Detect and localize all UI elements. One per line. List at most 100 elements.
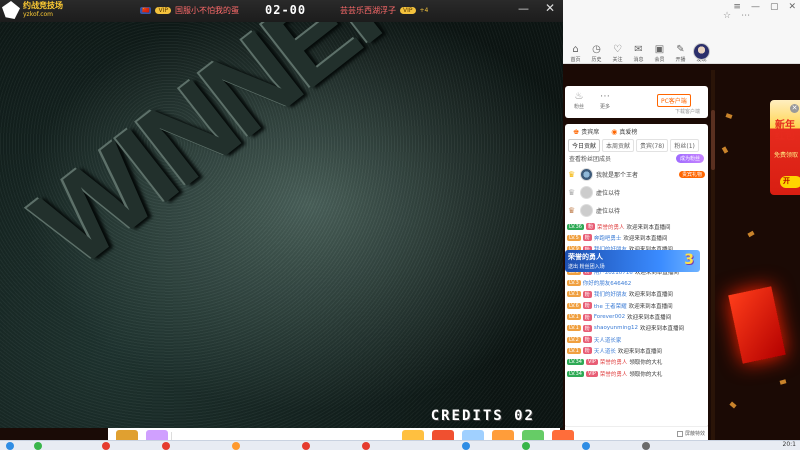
chat-username[interactable]: 荣誉的勇人 [600,358,628,366]
level-badge: LV.1 [567,314,581,321]
level-badge: LV.34 [567,359,584,366]
red-envelope-close-icon[interactable]: ✕ [790,104,799,113]
download-client-link[interactable]: 下载客户端 [675,108,700,115]
close-icon[interactable]: ✕ [545,1,555,15]
taskbar-app[interactable] [360,442,400,450]
promo-number: 3 [684,252,694,268]
nav-label: 消息 [633,57,644,63]
site-nav: ⌂首页 ◷历史 ♡关注 ✉消息 ▣会员 ✎开播 ⚲发现 [567,44,710,63]
chat-message[interactable]: LV.34 VIP 荣誉的勇人 领取你的大礼 [565,368,708,379]
app-icon [6,442,14,450]
rank-row[interactable]: ♛ 虚位以待 [565,201,708,219]
rank-name: 虚位以待 [596,207,621,215]
nav-history[interactable]: ◷ 历史 [588,44,605,63]
os-taskbar: 20:1 [0,440,800,450]
love-rank-pill[interactable]: ◉ 真爱榜 [607,126,641,137]
rank-row[interactable]: ♛ 虚位以待 [565,183,708,201]
scrollbar-thumb[interactable] [711,110,715,170]
avatar [580,167,593,181]
site-logo: 约战竞技场 yzkof.com [2,1,63,19]
chat-username[interactable]: 荣誉的勇人 [600,370,628,378]
red-envelope-open-button[interactable]: 开 [780,176,800,188]
chat-message[interactable]: LV.36 粉荣誉的勇人 欢迎来到本直播间 [565,221,708,232]
history-icon: ◷ [592,44,601,55]
taskbar-app[interactable] [100,442,140,450]
tab-today[interactable]: 今日贡献 [568,139,601,152]
tab-fans[interactable]: 粉丝(1) [670,139,699,152]
minimize-icon[interactable]: — [751,2,760,12]
taskbar-app[interactable] [230,442,270,450]
game-screen[interactable]: WINNER CREDITS 02 [0,22,563,428]
host-info-card: ♨ 粉丝 ⋯ 更多 PC客户端 下载客户端 [565,86,708,118]
chat-username[interactable]: 奔跑吧勇士 [594,234,622,242]
nav-messages[interactable]: ✉ 消息 [630,44,647,63]
chat-message[interactable]: LV.1 粉我们的好朋友 欢迎来到本直播间 [565,289,708,300]
promo-text: 送出 粉丝团入场 [568,264,605,270]
tab-vip[interactable]: 贵宾(78) [636,139,669,152]
chat-message[interactable]: LV.2 粉天人道长家 [565,334,708,345]
level-badge: LV.36 [567,223,584,230]
become-fan-button[interactable]: 成为粉丝 [675,154,704,163]
taskbar-app[interactable] [460,442,500,450]
chat-message-list[interactable]: LV.36粉荣誉的勇人欢迎来到本直播间LV.5粉奔跑吧勇士欢迎来到本直播间 LV.… [565,221,708,379]
chat-message[interactable]: LV.1 粉 Forever002 欢迎来到本直播间 [565,311,708,322]
chat-message[interactable]: LV.1 粉 shaoyunming12 欢迎来到本直播间 [565,323,708,334]
taskbar-app[interactable] [32,442,72,450]
red-envelope-title: 新年红包 [775,120,795,142]
gold-crown-icon: ♛ [568,169,576,179]
chat-username[interactable]: 荣誉的勇人 [597,223,625,231]
fans-label: 粉丝 [573,104,584,110]
chat-message[interactable]: LV.5 粉奔跑吧勇士 欢迎来到本直播间 [565,232,708,243]
rank-icon: ◉ [611,127,618,136]
heart-icon: ♡ [613,44,622,55]
tab-week[interactable]: 本周贡献 [602,139,635,152]
nav-member[interactable]: ▣ 会员 [651,44,668,63]
fan-club-promo-banner[interactable]: 荣誉的勇人 送出 粉丝团入场 3 [565,250,700,272]
nav-broadcast[interactable]: ✎ 开播 [672,44,689,63]
rank-row[interactable]: ♛ 我就是那个王者 贵宾礼物 [565,165,708,183]
chat-message[interactable]: LV.34 VIP 荣誉的勇人 领取你的大礼 [565,357,708,368]
maximize-icon[interactable]: ▢ [770,2,779,12]
chat-username[interactable]: the 王者荣耀 [594,302,627,310]
vip-seat-pill[interactable]: ♚ 贵宾席 [569,126,603,137]
more-icon[interactable]: ⋯ [741,11,750,21]
nav-follow[interactable]: ♡ 关注 [609,44,626,63]
checkbox[interactable] [676,430,683,437]
fan-medal: 粉 [585,223,595,231]
fans-club-text[interactable]: 查看粉丝团成员 [569,154,611,163]
chat-message[interactable]: LV.3 你好的朋友646462 [565,277,708,288]
page-scrollbar[interactable] [711,70,715,450]
chat-message[interactable]: LV.6 粉 the 王者荣耀 欢迎来到本直播间 [565,300,708,311]
chat-username[interactable]: Forever002 [594,314,625,320]
flag-icon: 🇨🇳 [140,7,152,14]
pc-client-button[interactable]: PC客户端 [657,94,691,107]
chat-username[interactable]: 我们的好朋友 [594,290,627,298]
taskbar-app[interactable] [300,442,340,450]
pill-label: 贵宾席 [581,129,600,136]
chat-username[interactable]: 天人道长家 [594,336,622,344]
contribution-tabs: 今日贡献 本周贡献 贵宾(78) 粉丝(1) [565,139,708,152]
filter-effects-toggle[interactable]: 屏蔽特效 [676,430,705,437]
fan-medal: 粉 [582,290,592,298]
close-icon[interactable]: ✕ [788,2,796,12]
avatar [580,203,593,217]
chat-username[interactable]: 你好的朋友646462 [583,279,632,287]
red-envelope-banner[interactable]: 新年红包 免费领取 开 [770,100,800,195]
user-avatar[interactable] [693,43,710,60]
nav-label: 关注 [612,57,623,63]
home-icon: ⌂ [572,44,579,55]
taskbar-app[interactable] [160,442,200,450]
fans-button[interactable]: ♨ 粉丝 [571,91,587,110]
chat-username[interactable]: 天人道长 [594,347,616,355]
player-one: 🇨🇳 VIP 国服小不怕我的蛋 [140,5,239,16]
chat-username[interactable]: shaoyunming12 [594,325,638,331]
taskbar-app[interactable] [580,442,620,450]
minimize-icon[interactable]: — [518,2,529,15]
star-icon[interactable]: ☆ [723,11,731,21]
taskbar-app[interactable] [640,442,680,450]
nav-home[interactable]: ⌂ 首页 [567,44,584,63]
chat-message[interactable]: LV.1 粉天人道长 欢迎来到本直播间 [565,345,708,356]
game-titlebar[interactable]: 约战竞技场 yzkof.com 🇨🇳 VIP 国服小不怕我的蛋 02-00 芸芸… [0,0,563,22]
more-button[interactable]: ⋯ 更多 [597,91,613,110]
taskbar-app[interactable] [520,442,560,450]
